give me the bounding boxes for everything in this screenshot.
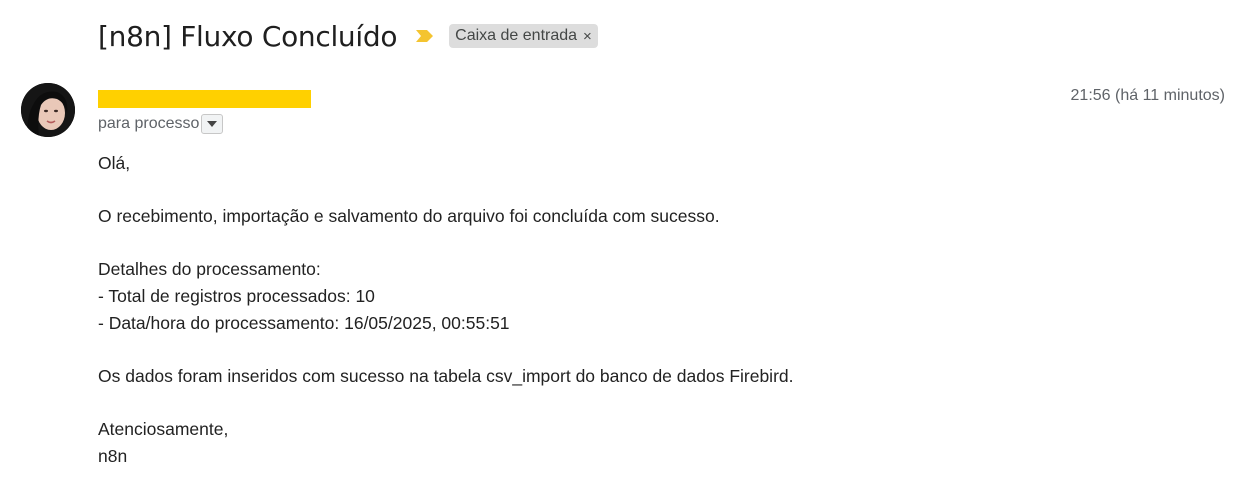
- body-line: Detalhes do processamento:: [98, 259, 321, 280]
- body-line: - Data/hora do processamento: 16/05/2025…: [98, 312, 510, 333]
- body-line: Olá,: [98, 153, 131, 173]
- inbox-label-chip[interactable]: Caixa de entrada ×: [449, 24, 598, 48]
- subject-row: [n8n] Fluxo Concluído Caixa de entrada ×: [98, 16, 598, 56]
- avatar[interactable]: [21, 83, 75, 137]
- recipient-details-dropdown[interactable]: [201, 114, 224, 134]
- email-timestamp: 21:56 (há 11 minutos): [1070, 87, 1225, 104]
- body-line: [98, 389, 1098, 416]
- body-line: [98, 230, 1098, 257]
- chevron-down-icon: [207, 121, 218, 127]
- body-line: Atenciosamente,: [98, 418, 229, 439]
- body-line: Os dados foram inseridos com sucesso na …: [98, 365, 794, 386]
- body-line: n8n: [98, 445, 128, 466]
- inbox-label-text: Caixa de entrada: [455, 27, 578, 44]
- importance-marker-icon[interactable]: [415, 28, 435, 44]
- remove-label-icon[interactable]: ×: [583, 28, 592, 45]
- recipient-text: para processo: [98, 115, 200, 132]
- body-line: - Total de registros processados: 10: [98, 285, 375, 306]
- sender-name-redacted: [98, 90, 311, 108]
- recipient-row: para processo: [98, 114, 224, 134]
- body-line: [98, 177, 1098, 204]
- body-line: O recebimento, importação e salvamento d…: [98, 206, 720, 227]
- email-subject: [n8n] Fluxo Concluído: [98, 19, 398, 53]
- email-body: Olá, O recebimento, importação e salvame…: [98, 150, 1098, 469]
- body-line: [98, 336, 1098, 363]
